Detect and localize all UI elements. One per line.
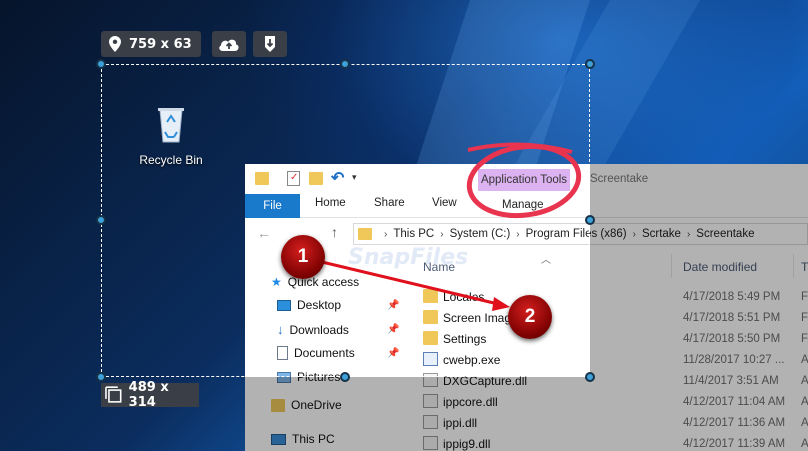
selection-size-badge: 489 x 314 xyxy=(101,380,199,410)
cloud-upload-icon xyxy=(219,39,239,51)
resize-handle-top-left[interactable] xyxy=(96,59,106,69)
resize-handle-left[interactable] xyxy=(96,215,106,225)
position-size-label: 759 x 63 xyxy=(129,36,192,52)
capture-selection[interactable] xyxy=(101,64,590,377)
resize-handle-top[interactable] xyxy=(340,59,350,69)
resize-handle-top-right[interactable] xyxy=(585,59,595,69)
resize-handle-bottom-right[interactable] xyxy=(585,372,595,382)
upload-button[interactable] xyxy=(212,31,246,57)
resize-handle-right[interactable] xyxy=(585,215,595,225)
selection-size-label: 489 x 314 xyxy=(128,380,169,410)
save-icon xyxy=(265,36,275,52)
map-pin-icon xyxy=(109,36,121,52)
save-button[interactable] xyxy=(253,31,287,57)
position-readout: 759 x 63 xyxy=(101,31,201,57)
crop-frame-icon xyxy=(105,386,122,403)
resize-handle-bottom[interactable] xyxy=(340,372,350,382)
resize-handle-bottom-left[interactable] xyxy=(96,372,106,382)
